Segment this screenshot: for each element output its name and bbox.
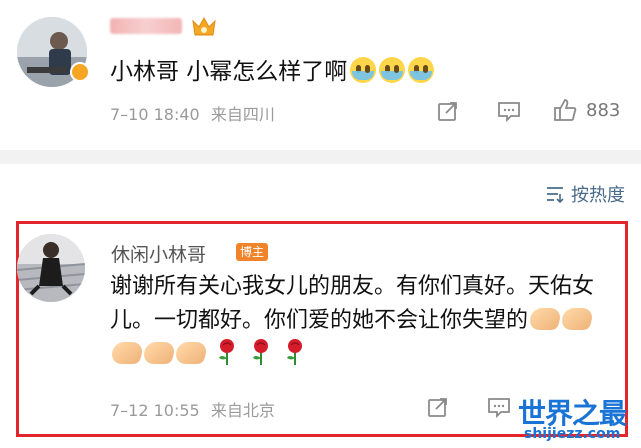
comment-meta: 7–12 10:55 来自北京 xyxy=(110,397,275,421)
rose-emoji-icon xyxy=(253,339,268,365)
rose-emoji-icon xyxy=(287,339,302,365)
share-icon[interactable] xyxy=(436,99,460,123)
comment-icon[interactable] xyxy=(496,99,522,123)
comment-meta: 7–10 18:40 来自四川 xyxy=(110,101,275,125)
author-badge: 博主 xyxy=(236,243,269,261)
vip-crown-icon xyxy=(192,16,216,36)
clap-emoji-icon xyxy=(527,308,563,330)
crying-face-icon xyxy=(379,57,406,83)
clap-emoji-icon xyxy=(559,308,595,330)
username-blurred[interactable] xyxy=(110,18,182,34)
section-divider xyxy=(0,150,641,164)
clap-emoji-icon xyxy=(109,342,145,364)
verified-badge-icon xyxy=(70,62,90,82)
clap-emoji-icon xyxy=(173,342,209,364)
sort-by-hot-button[interactable]: 按热度 xyxy=(545,181,625,207)
comment-body: 谢谢所有关心我女儿的朋友。有你们真好。天佑女儿。一切都好。你们爱的她不会让你失望… xyxy=(109,270,620,372)
author-avatar[interactable] xyxy=(17,234,85,302)
comment-body-text: 谢谢所有关心我女儿的朋友。有你们真好。天佑女儿。一切都好。你们爱的她不会让你失望… xyxy=(110,274,595,333)
crying-face-icon xyxy=(408,57,435,83)
watermark-url: shijiezz.com xyxy=(524,426,621,442)
comment-time: 7–10 18:40 xyxy=(110,105,200,124)
comment-source: 来自北京 xyxy=(210,401,275,420)
like-count: 883 xyxy=(586,100,621,121)
clap-emoji-icon xyxy=(141,342,177,364)
comment-icon[interactable] xyxy=(486,395,512,419)
sort-label: 按热度 xyxy=(571,185,625,206)
sort-icon xyxy=(547,187,564,204)
comment-time: 7–12 10:55 xyxy=(110,401,200,420)
comment-text: 小林哥 小幂怎么样了啊 xyxy=(110,52,435,86)
share-icon[interactable] xyxy=(426,395,450,419)
crying-face-icon xyxy=(350,57,377,83)
like-icon[interactable] xyxy=(552,97,578,123)
rose-emoji-icon xyxy=(219,339,234,365)
comment-source: 来自四川 xyxy=(210,105,275,124)
author-name[interactable]: 休闲小林哥 xyxy=(111,240,206,267)
avatar-photo xyxy=(17,234,85,302)
